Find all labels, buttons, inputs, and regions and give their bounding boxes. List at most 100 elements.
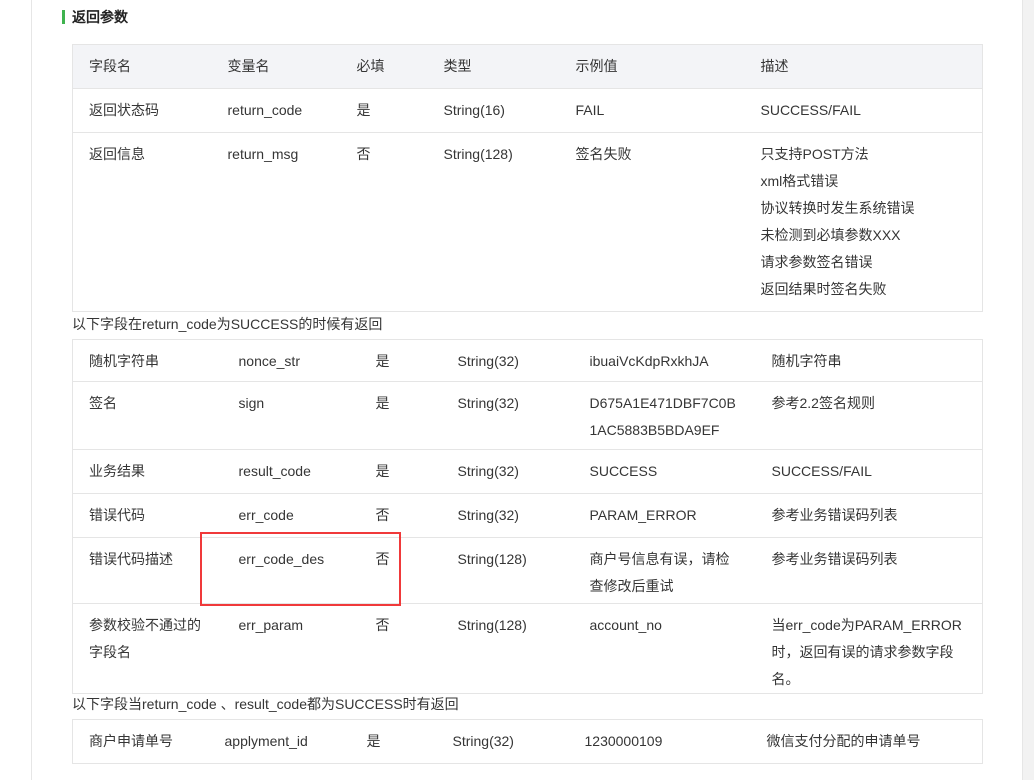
cell-type: String(32) bbox=[441, 339, 574, 382]
section-title: 返回参数 bbox=[62, 8, 128, 26]
cell-line: ibuaiVcKdpRxkhJA bbox=[589, 353, 709, 369]
note-success-fields: 以下字段在return_code为SUCCESS的时候有返回 bbox=[72, 316, 383, 332]
cell-line: SUCCESS/FAIL bbox=[771, 463, 872, 479]
cell-field-name: 随机字符串 bbox=[72, 339, 223, 382]
cell-line: 查修改后重试 bbox=[589, 578, 674, 594]
cell-line: D675A1E471DBF7C0B bbox=[589, 395, 736, 411]
cell-variable-name: sign bbox=[222, 381, 360, 450]
table-header-row: 字段名 变量名 必填 类型 示例值 描述 bbox=[72, 44, 983, 89]
cell-variable-name: nonce_str bbox=[222, 339, 360, 382]
cell-line: 字段名 bbox=[89, 644, 131, 660]
table-row: 错误代码 err_code 否 String(32) PARAM_ERROR 参考业务错误… bbox=[72, 493, 983, 538]
table-row: 商户申请单号 applyment_id 是 String(32) 1230000109 微… bbox=[72, 719, 983, 764]
cell-line: PARAM_ERROR bbox=[589, 507, 697, 523]
cell-description: 只支持POST方法 xml格式错误协议转换时发生系统错误 未检测到必填参数XXX 请求… bbox=[744, 132, 983, 312]
table-row: 签名 sign 是 String(32) D675A1E471DBF7C0B 1AC588… bbox=[72, 381, 983, 450]
cell-variable-name: return_code bbox=[211, 88, 341, 133]
cell-variable-name: result_code bbox=[222, 449, 360, 494]
cell-line: 参考业务错误码列表 bbox=[771, 507, 898, 523]
cell-example-value: PARAM_ERROR bbox=[573, 493, 756, 538]
column-header-required: 必填 bbox=[340, 44, 428, 89]
cell-line: 随机字符串 bbox=[89, 353, 159, 369]
cell-type: String(32) bbox=[441, 381, 574, 450]
table-row: 随机字符串 nonce_str 是 String(32) ibuaiVcKdpRxkhJ… bbox=[72, 339, 983, 382]
highlight-box bbox=[200, 532, 401, 606]
cell-type: String(16) bbox=[427, 88, 560, 133]
cell-line: 签名 bbox=[89, 395, 117, 411]
cell-required: 是 bbox=[359, 449, 442, 494]
cell-line: 时，返回有误的请求参数字段 bbox=[771, 644, 954, 660]
cell-line: 当err_code为PARAM_ERROR bbox=[771, 617, 962, 633]
cell-description: SUCCESS/FAIL bbox=[755, 449, 983, 494]
cell-required: 否 bbox=[340, 132, 428, 312]
cell-description: 微信支付分配的申请单号 bbox=[750, 719, 983, 764]
note-result-success-fields: 以下字段当return_code 、result_code都为SUCCESS时有… bbox=[72, 696, 459, 712]
cell-field-name: 返回信息 bbox=[72, 132, 212, 312]
cell-line: 错误代码 bbox=[89, 507, 145, 523]
table-row: 参数校验不通过的 字段名 err_param 否 String(128) account_… bbox=[72, 603, 983, 694]
table-row: 返回状态码 return_code 是 String(16) FAIL SUCCESS/F… bbox=[72, 88, 983, 133]
cell-line: 商户号信息有误，请检 bbox=[589, 551, 730, 567]
cell-type: String(128) bbox=[427, 132, 560, 312]
cell-example-value: 签名失败 bbox=[559, 132, 745, 312]
scrollbar-track[interactable] bbox=[1022, 0, 1034, 780]
cell-example-value: SUCCESS bbox=[573, 449, 756, 494]
cell-field-name: 签名 bbox=[72, 381, 223, 450]
cell-field-name: 业务结果 bbox=[72, 449, 223, 494]
cell-description: 参考业务错误码列表 bbox=[755, 537, 983, 604]
cell-variable-name: applyment_id bbox=[208, 719, 351, 764]
return-params-table: 字段名 变量名 必填 类型 示例值 描述 返回状态码 return_code 是 String(… bbox=[72, 44, 983, 312]
cell-example-value: ibuaiVcKdpRxkhJA bbox=[573, 339, 756, 382]
cell-example-value: 商户号信息有误，请检 查修改后重试 bbox=[573, 537, 756, 604]
cell-example-value: FAIL bbox=[559, 88, 745, 133]
cell-type: String(32) bbox=[436, 719, 569, 764]
result-fields-table: 商户申请单号 applyment_id 是 String(32) 1230000109 微… bbox=[72, 719, 983, 764]
cell-field-name: 商户申请单号 bbox=[72, 719, 209, 764]
cell-required: 是 bbox=[340, 88, 428, 133]
cell-type: String(128) bbox=[441, 537, 574, 604]
cell-line: 名。 bbox=[771, 671, 800, 687]
cell-field-name: 返回状态码 bbox=[72, 88, 212, 133]
cell-line: account_no bbox=[589, 617, 662, 633]
cell-required: 是 bbox=[350, 719, 437, 764]
cell-required: 否 bbox=[359, 493, 442, 538]
success-fields-table: 随机字符串 nonce_str 是 String(32) ibuaiVcKdpRxkhJ… bbox=[72, 339, 983, 694]
cell-line: 未检测到必填参数XXX bbox=[760, 227, 901, 243]
cell-line: SUCCESS bbox=[589, 463, 658, 479]
cell-example-value: account_no bbox=[573, 603, 756, 694]
table-row: 业务结果 result_code 是 String(32) SUCCESS SUCCESS… bbox=[72, 449, 983, 494]
cell-line: 请求参数签名错误 bbox=[760, 254, 873, 270]
cell-description: 随机字符串 bbox=[755, 339, 983, 382]
cell-line: 只支持POST方法 bbox=[760, 146, 869, 162]
cell-type: String(128) bbox=[441, 603, 574, 694]
cell-line: 协议转换时发生系统错误 bbox=[760, 200, 915, 216]
page-border-left bbox=[31, 0, 32, 780]
column-header-variable-name: 变量名 bbox=[211, 44, 341, 89]
column-header-type: 类型 bbox=[427, 44, 560, 89]
cell-field-name: 参数校验不通过的 字段名 bbox=[72, 603, 223, 694]
cell-line: 1AC5883B5BDA9EF bbox=[589, 422, 720, 438]
cell-line: 返回结果时签名失败 bbox=[760, 281, 887, 297]
column-header-field-name: 字段名 bbox=[72, 44, 212, 89]
cell-required: 是 bbox=[359, 339, 442, 382]
column-header-example-value: 示例值 bbox=[559, 44, 745, 89]
cell-field-name: 错误代码 bbox=[72, 493, 223, 538]
cell-variable-name: return_msg bbox=[211, 132, 341, 312]
cell-line: 随机字符串 bbox=[771, 353, 842, 369]
cell-variable-name: err_param bbox=[222, 603, 360, 694]
cell-line: 参考业务错误码列表 bbox=[771, 551, 898, 567]
cell-line: 参数校验不通过的 bbox=[89, 617, 201, 633]
column-header-description: 描述 bbox=[744, 44, 983, 89]
cell-example-value: D675A1E471DBF7C0B 1AC5883B5BDA9EF bbox=[573, 381, 756, 450]
cell-description: 当err_code为PARAM_ERROR 时，返回有误的请求参数字段 名。 bbox=[755, 603, 983, 694]
cell-line: SUCCESS/FAIL bbox=[760, 102, 861, 118]
cell-type: String(32) bbox=[441, 493, 574, 538]
cell-required: 否 bbox=[359, 603, 442, 694]
cell-type: String(32) bbox=[441, 449, 574, 494]
cell-description: 参考2.2签名规则 bbox=[755, 381, 983, 450]
table-row: 返回信息 return_msg 否 String(128) 签名失败 只支持POST方法 x… bbox=[72, 132, 983, 312]
cell-example-value: 1230000109 bbox=[568, 719, 751, 764]
cell-required: 是 bbox=[359, 381, 442, 450]
cell-description: SUCCESS/FAIL bbox=[744, 88, 983, 133]
cell-line: xml格式错误 bbox=[760, 173, 839, 189]
